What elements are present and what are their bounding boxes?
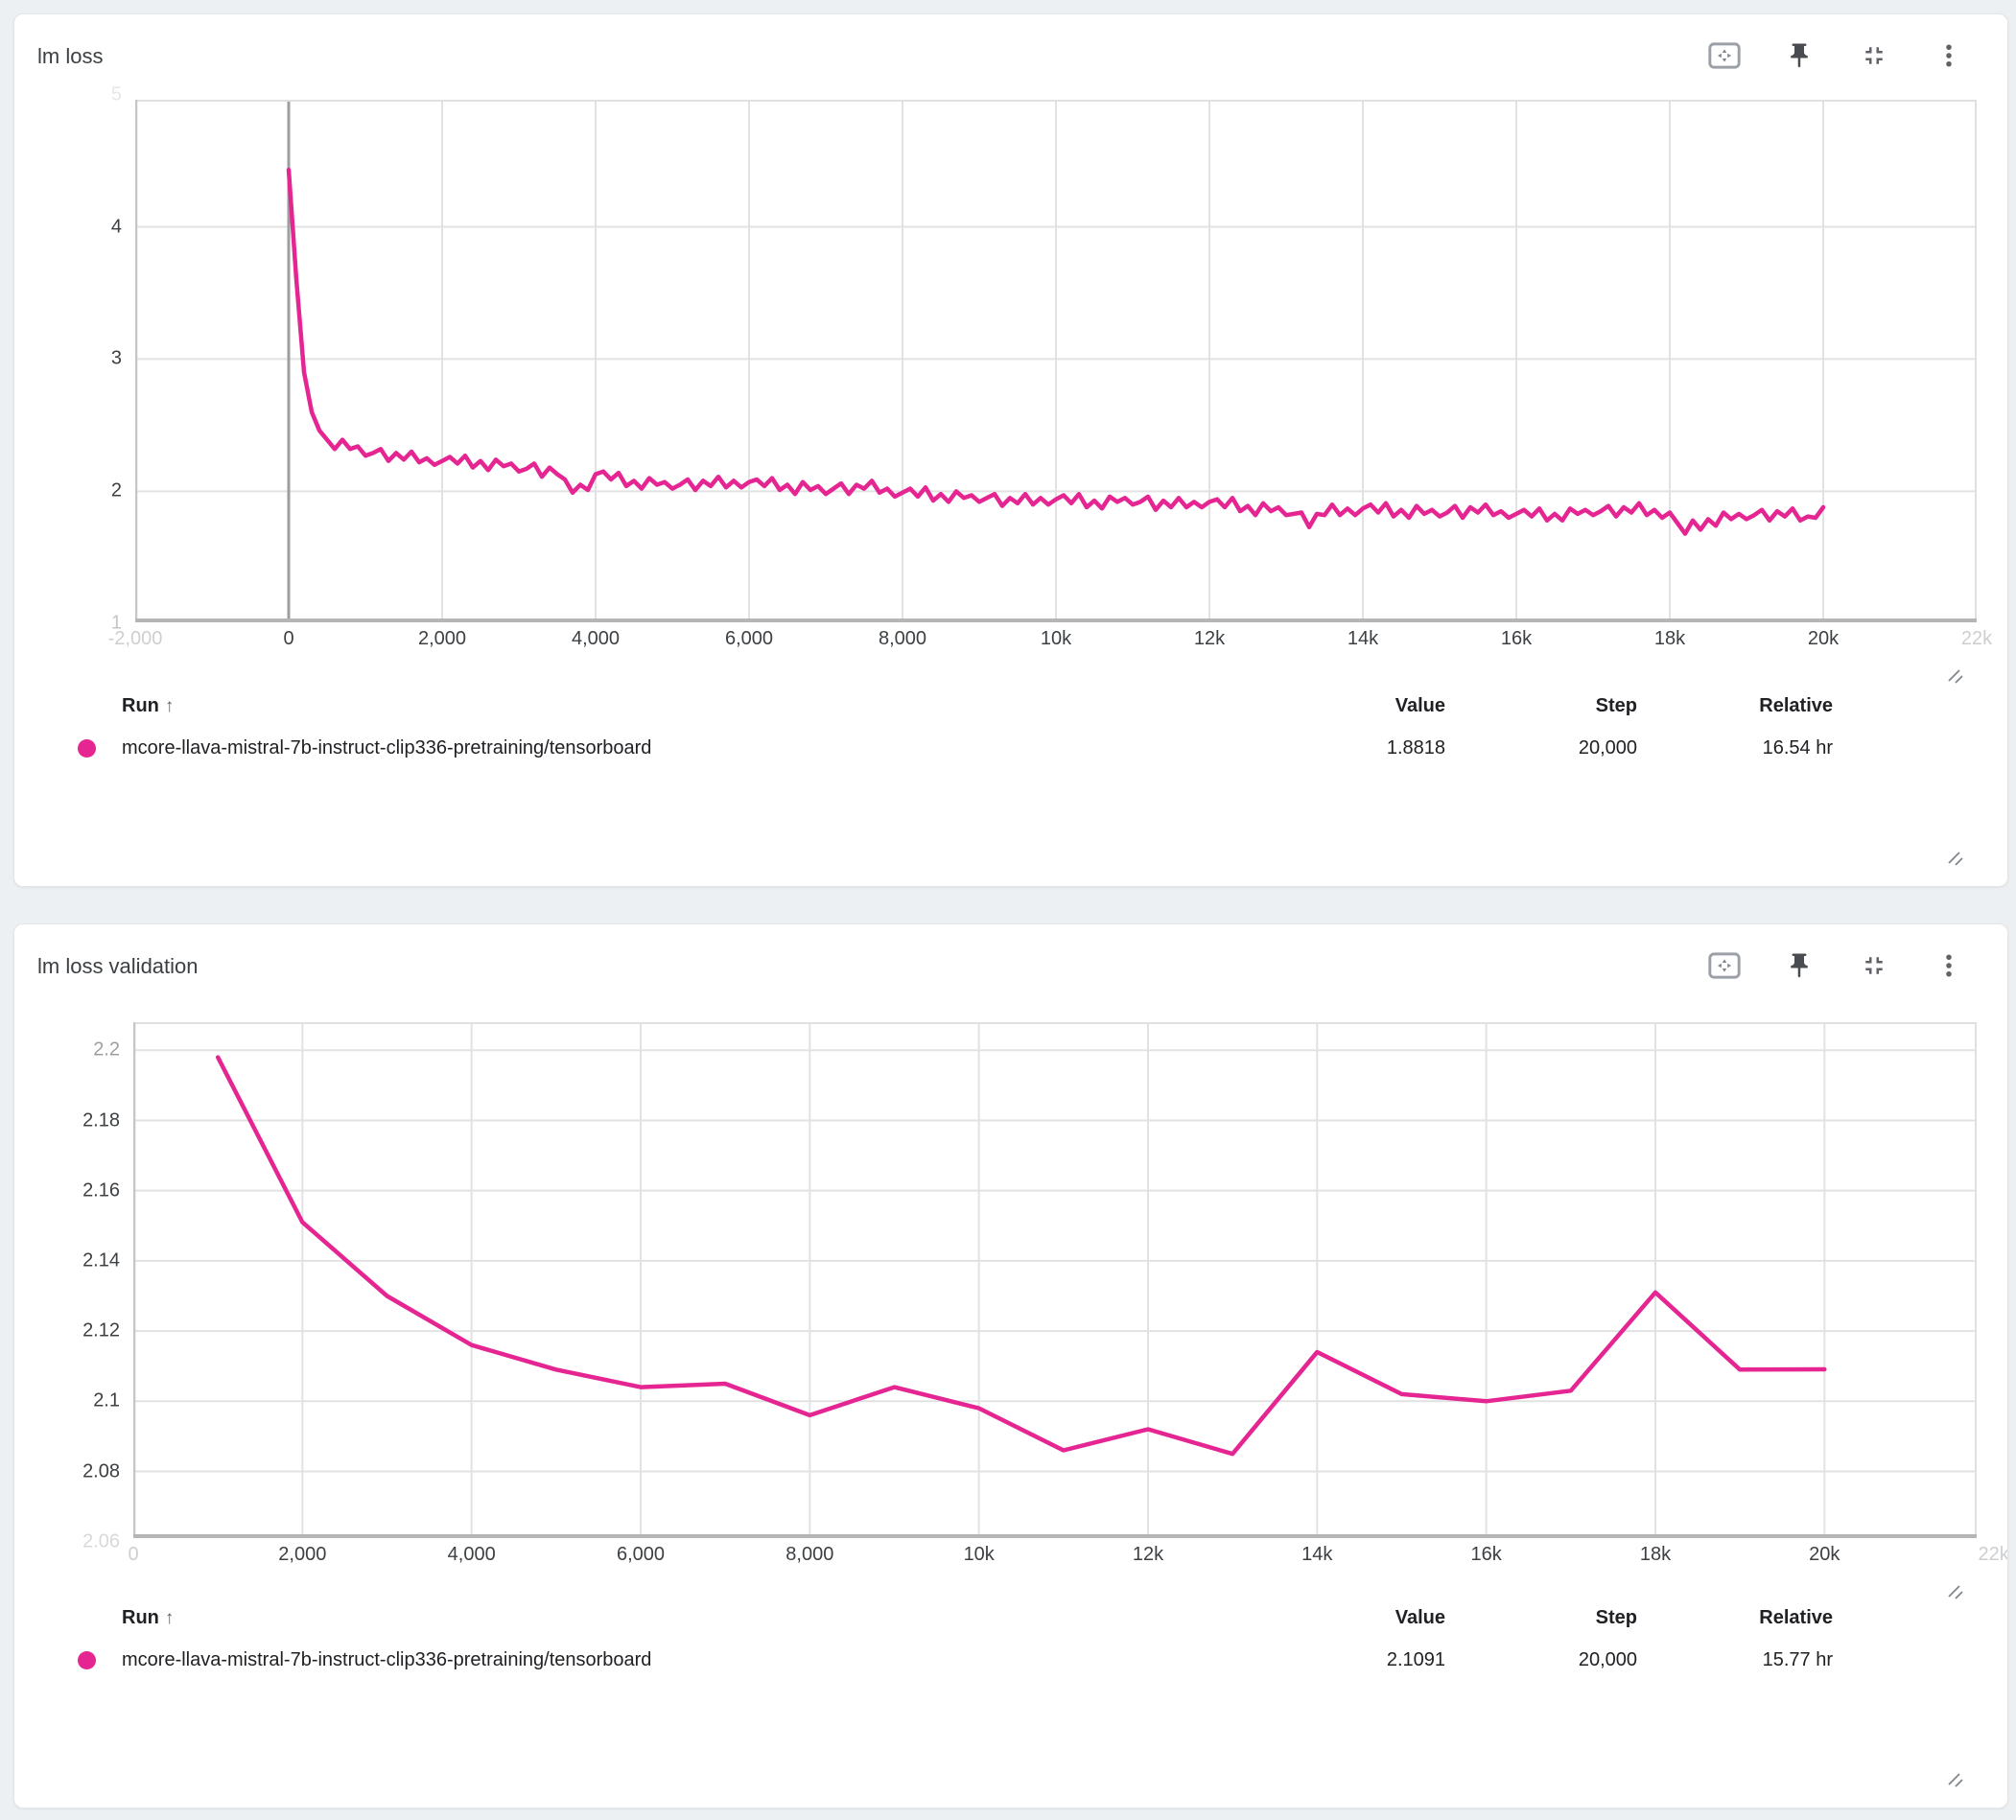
run-column-header[interactable]: Run↑ [122,1607,174,1629]
x-tick-label: 16k [1501,628,1532,650]
pin-icon[interactable] [1783,39,1816,72]
x-tick-label: 8,000 [879,628,926,650]
y-tick-label: 3 [111,348,122,370]
sort-ascending-icon: ↑ [165,696,175,716]
y-axis: 54321 [16,100,122,622]
x-tick-label: 20k [1808,628,1839,650]
x-tick-label: 16k [1470,1544,1501,1566]
chart-canvas[interactable] [135,100,1977,622]
chart-toolbar [1708,949,1965,982]
run-table-header: Run↑ Value Step Relative [122,1598,1969,1640]
collapse-icon[interactable] [1858,949,1890,982]
chart-toolbar [1708,39,1965,72]
pin-icon[interactable] [1783,949,1816,982]
x-tick-label: 12k [1133,1544,1163,1566]
x-tick-label: 4,000 [448,1544,496,1566]
y-tick-label: 5 [111,83,122,105]
plot-area[interactable] [133,1022,1977,1538]
y-tick-label: 2.18 [82,1109,120,1132]
collapse-icon[interactable] [1858,39,1890,72]
sort-ascending-icon: ↑ [165,1608,175,1628]
relative-column-header[interactable]: Relative [1656,695,1833,717]
x-axis: 02,0004,0006,0008,00010k12k14k16k18k20k2… [133,1544,1977,1575]
x-tick-label: 4,000 [572,628,620,650]
run-table-header: Run↑ Value Step Relative [122,686,1969,728]
y-tick-label: 4 [111,216,122,238]
run-name: mcore-llava-mistral-7b-instruct-clip336-… [122,1649,651,1671]
y-tick-label: 2.14 [82,1249,120,1272]
x-tick-label: 14k [1348,628,1378,650]
x-tick-label: 6,000 [617,1544,665,1566]
x-tick-label: 8,000 [785,1544,833,1566]
x-tick-label: 20k [1809,1544,1840,1566]
y-tick-label: 2.1 [93,1390,120,1412]
loss-line-series[interactable] [218,1058,1824,1455]
chart-card-lm-loss: lm loss [13,13,2008,887]
run-value: 2.1091 [1292,1649,1445,1671]
fit-to-data-icon[interactable] [1708,949,1741,982]
x-tick-label: 0 [283,628,293,650]
run-name: mcore-llava-mistral-7b-instruct-clip336-… [122,737,651,759]
step-column-header[interactable]: Step [1484,1607,1637,1629]
value-column-header[interactable]: Value [1292,695,1445,717]
relative-column-header[interactable]: Relative [1656,1607,1833,1629]
y-tick-label: 2.12 [82,1320,120,1342]
x-tick-label: 22k [1961,628,1992,650]
run-table: Run↑ Value Step Relative mcore-llava-mis… [122,1598,1969,1682]
fit-to-data-icon[interactable] [1708,39,1741,72]
chart-card-lm-loss-validation: lm loss validation [13,923,2008,1808]
chart-canvas[interactable] [133,1022,1977,1538]
x-tick-label: 0 [128,1544,138,1566]
run-column-header[interactable]: Run↑ [122,695,174,717]
x-tick-label: 14k [1301,1544,1332,1566]
value-column-header[interactable]: Value [1292,1607,1445,1629]
lm-loss-chart: -2,00002,0004,0006,0008,00010k12k14k16k1… [135,100,1977,622]
chart-resize-handle[interactable] [1946,668,1967,688]
x-tick-label: 10k [1041,628,1071,650]
x-axis: -2,00002,0004,0006,0008,00010k12k14k16k1… [135,628,1977,659]
x-tick-label: 12k [1194,628,1225,650]
run-step: 20,000 [1484,737,1637,759]
x-tick-label: 2,000 [278,1544,326,1566]
y-tick-label: 2 [111,480,122,502]
x-tick-label: 22k [1978,1544,2008,1566]
run-step: 20,000 [1484,1649,1637,1671]
x-tick-label: 6,000 [725,628,773,650]
run-relative: 16.54 hr [1656,737,1833,759]
more-options-icon[interactable] [1933,39,1965,72]
run-color-dot [78,739,96,758]
y-axis: 2.22.182.162.142.122.12.082.06 [14,1022,120,1538]
x-tick-label: 18k [1640,1544,1671,1566]
y-tick-label: 2.2 [93,1039,120,1062]
plot-area[interactable] [135,100,1977,622]
card-resize-handle[interactable] [1946,851,1967,870]
tensorboard-scalars-page: { "colors": { "accent": "#e52592", "grid… [0,0,2016,1820]
x-tick-label: 10k [964,1544,995,1566]
y-tick-label: 2.16 [82,1179,120,1202]
y-tick-label: 1 [111,613,122,635]
run-color-dot [78,1651,96,1669]
run-table: Run↑ Value Step Relative mcore-llava-mis… [122,686,1969,770]
table-row[interactable]: mcore-llava-mistral-7b-instruct-clip336-… [122,1640,1969,1682]
chart-title: lm loss [37,44,103,69]
run-relative: 15.77 hr [1656,1649,1833,1671]
x-tick-label: 2,000 [418,628,466,650]
table-row[interactable]: mcore-llava-mistral-7b-instruct-clip336-… [122,728,1969,770]
step-column-header[interactable]: Step [1484,695,1637,717]
more-options-icon[interactable] [1933,949,1965,982]
y-tick-label: 2.08 [82,1460,120,1482]
run-value: 1.8818 [1292,737,1445,759]
x-tick-label: 18k [1654,628,1685,650]
y-tick-label: 2.06 [82,1530,120,1552]
card-resize-handle[interactable] [1946,1772,1967,1791]
lm-loss-validation-chart: 02,0004,0006,0008,00010k12k14k16k18k20k2… [133,1022,1977,1538]
chart-title: lm loss validation [37,954,199,979]
